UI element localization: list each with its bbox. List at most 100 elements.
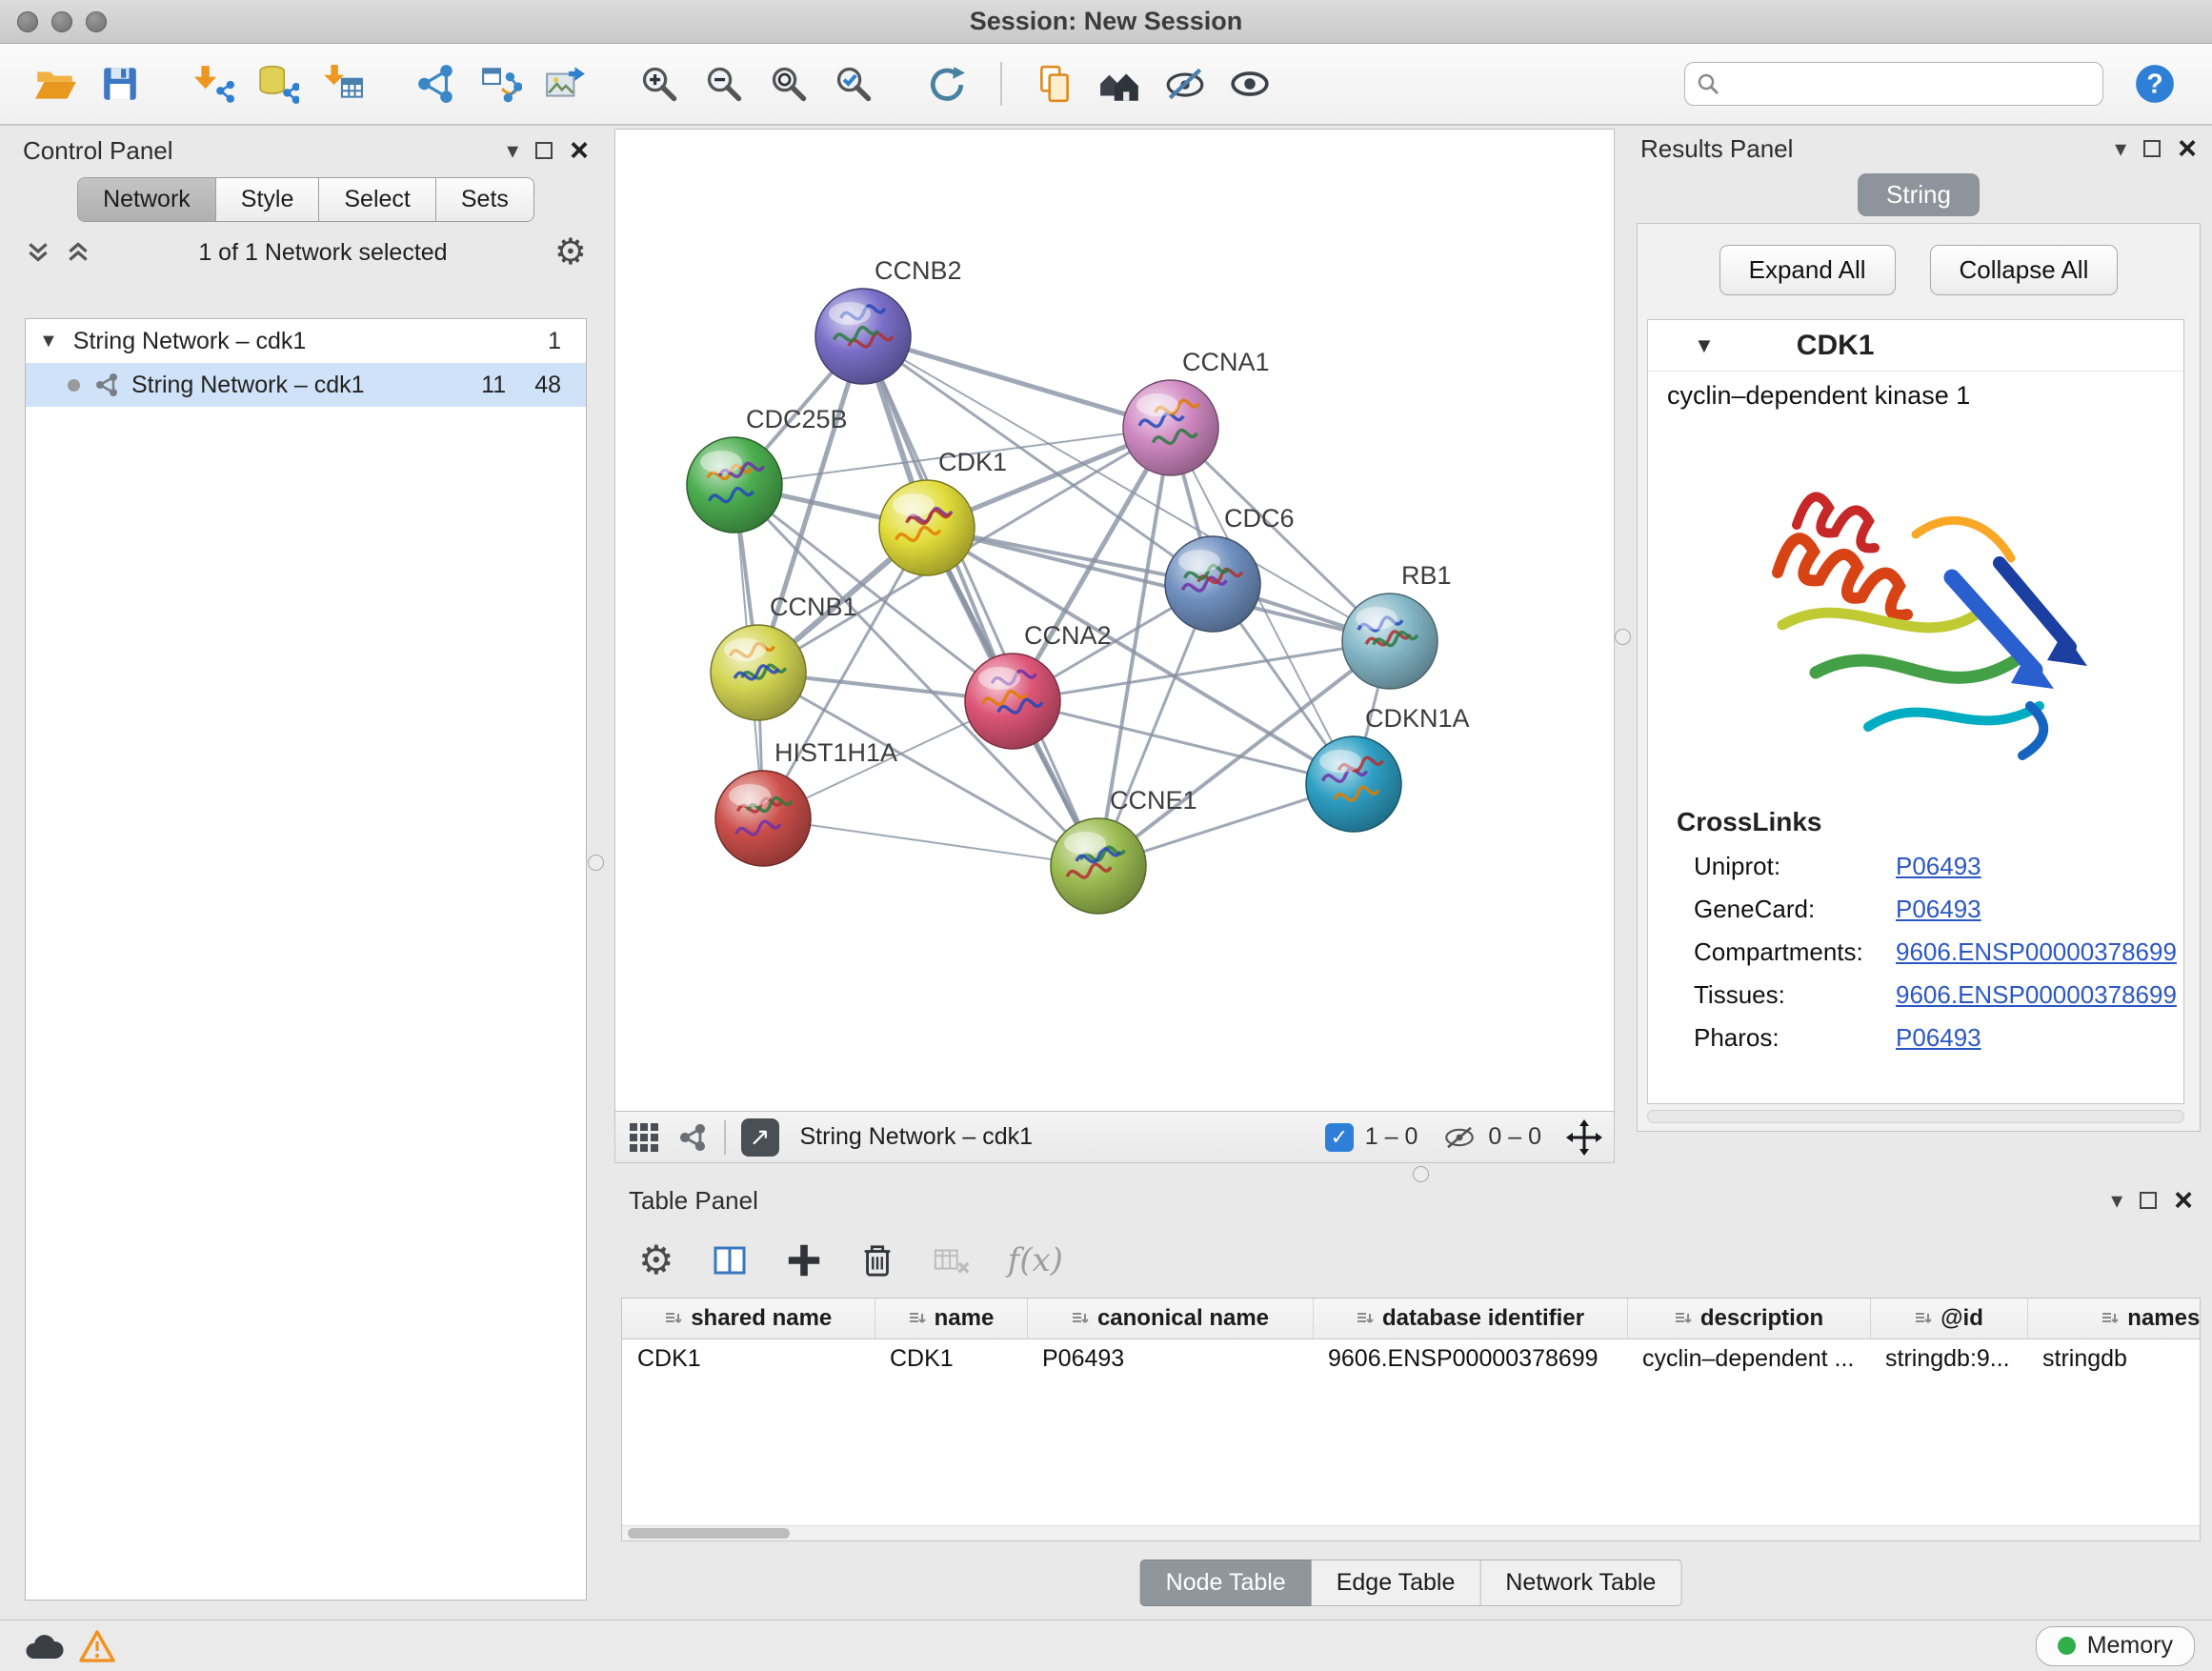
add-column-icon[interactable] xyxy=(785,1241,823,1279)
crosslink-value-link[interactable]: P06493 xyxy=(1896,852,1981,881)
open-in-new-window-button[interactable]: ↗ xyxy=(741,1118,779,1157)
search-input[interactable] xyxy=(1729,70,2091,98)
panel-menu-icon[interactable]: ▾ xyxy=(507,137,518,165)
table-options-gear-icon[interactable]: ⚙ xyxy=(638,1240,674,1280)
zoom-selected-button[interactable] xyxy=(821,52,886,115)
close-window-button[interactable] xyxy=(17,11,38,32)
network-node-cdkn1a[interactable]: CDKN1A xyxy=(1306,704,1470,832)
network-node-cdk1[interactable]: CDK1 xyxy=(879,448,1007,575)
network-from-table-button[interactable] xyxy=(469,52,533,115)
column-header-database-identifier[interactable]: database identifier xyxy=(1313,1299,1627,1339)
export-image-button[interactable] xyxy=(533,52,598,115)
show-home-button[interactable] xyxy=(1088,52,1153,115)
warning-icon xyxy=(78,1628,116,1664)
network-graph[interactable]: CCNB2CCNA1CDC25BCDK1CDC6RB1CCNB1CCNA2CDK… xyxy=(615,130,1614,1111)
float-panel-icon[interactable] xyxy=(2140,1192,2157,1209)
crosslink-value-link[interactable]: 9606.ENSP00000378699 xyxy=(1896,937,2177,967)
save-session-button[interactable] xyxy=(88,52,152,115)
network-node-rb1[interactable]: RB1 xyxy=(1342,561,1452,689)
expand-triangle-icon[interactable]: ▼ xyxy=(39,331,58,352)
hide-graphics-details-button[interactable] xyxy=(1153,52,1217,115)
network-canvas[interactable]: CCNB2CCNA1CDC25BCDK1CDC6RB1CCNB1CCNA2CDK… xyxy=(614,129,1615,1112)
collapse-all-icon[interactable] xyxy=(25,239,51,266)
float-panel-icon[interactable] xyxy=(2143,140,2161,157)
network-node-ccnb1[interactable]: CCNB1 xyxy=(711,593,857,720)
network-row-selected[interactable]: String Network – cdk1 11 48 xyxy=(26,363,586,407)
table-cell[interactable]: stringdb xyxy=(2027,1339,2201,1379)
close-panel-icon[interactable]: × xyxy=(2178,139,2197,158)
zoom-out-button[interactable] xyxy=(692,52,756,115)
table-cell[interactable]: CDK1 xyxy=(875,1339,1027,1379)
tab-edge-table[interactable]: Edge Table xyxy=(1312,1560,1481,1606)
vertical-splitter-handle-right[interactable] xyxy=(1615,629,1631,645)
zoom-fit-button[interactable] xyxy=(756,52,821,115)
warnings-button[interactable] xyxy=(70,1626,124,1666)
zoom-window-button[interactable] xyxy=(86,11,107,32)
table-cell[interactable]: CDK1 xyxy=(622,1339,875,1379)
float-panel-icon[interactable] xyxy=(535,142,553,159)
close-panel-icon[interactable]: × xyxy=(2174,1191,2193,1210)
column-header-shared-name[interactable]: shared name xyxy=(622,1299,875,1339)
network-node-hist1h1a[interactable]: HIST1H1A xyxy=(715,738,897,866)
results-horizontal-scrollbar[interactable] xyxy=(1647,1110,2184,1123)
crosslink-value-link[interactable]: P06493 xyxy=(1896,895,1981,924)
column-header--id[interactable]: @id xyxy=(1870,1299,2027,1339)
network-overview-icon[interactable] xyxy=(676,1121,709,1154)
column-header-canonical-name[interactable]: canonical name xyxy=(1027,1299,1313,1339)
column-header-namespac[interactable]: namespac xyxy=(2027,1299,2201,1339)
selected-checkbox-icon[interactable]: ✓ xyxy=(1325,1123,1354,1152)
tab-node-table[interactable]: Node Table xyxy=(1140,1560,1312,1606)
expand-all-button[interactable]: Expand All xyxy=(1719,245,1896,295)
network-node-ccna1[interactable]: CCNA1 xyxy=(1123,348,1270,475)
fit-selected-crosshair-icon[interactable] xyxy=(1566,1119,1602,1156)
crosslink-value-link[interactable]: 9606.ENSP00000378699 xyxy=(1896,980,2177,1010)
network-edge[interactable] xyxy=(763,818,1098,866)
hidden-eye-slash-icon[interactable] xyxy=(1442,1124,1477,1151)
table-cell[interactable]: cyclin–dependent ... xyxy=(1627,1339,1870,1379)
panel-menu-icon[interactable]: ▾ xyxy=(2111,1187,2122,1215)
table-row[interactable]: CDK1CDK1P064939606.ENSP00000378699cyclin… xyxy=(622,1339,2201,1379)
close-panel-icon[interactable]: × xyxy=(570,141,589,160)
refresh-view-button[interactable] xyxy=(915,52,979,115)
import-network-from-file-button[interactable] xyxy=(181,52,246,115)
panel-menu-icon[interactable]: ▾ xyxy=(2115,135,2126,163)
collapse-section-triangle[interactable]: ▼ xyxy=(1694,333,1715,358)
crosslink-value-link[interactable]: P06493 xyxy=(1896,1023,1981,1053)
tab-network-table[interactable]: Network Table xyxy=(1480,1560,1681,1606)
help-button[interactable]: ? xyxy=(2122,52,2187,115)
network-collection-row[interactable]: ▼ String Network – cdk1 1 xyxy=(26,319,586,363)
tab-sets[interactable]: Sets xyxy=(436,178,533,221)
table-horizontal-scrollbar[interactable] xyxy=(622,1525,2200,1540)
birds-eye-view-icon[interactable] xyxy=(627,1120,661,1155)
open-session-button[interactable] xyxy=(23,52,88,115)
scrollbar-thumb[interactable] xyxy=(628,1528,790,1539)
expand-all-icon[interactable] xyxy=(65,239,91,266)
search-field[interactable] xyxy=(1684,62,2103,106)
import-table-from-file-button[interactable] xyxy=(311,52,375,115)
cloud-status-button[interactable] xyxy=(17,1626,70,1666)
zoom-in-button[interactable] xyxy=(627,52,692,115)
table-cell[interactable]: P06493 xyxy=(1027,1339,1313,1379)
collapse-all-button[interactable]: Collapse All xyxy=(1930,245,2119,295)
new-network-button[interactable] xyxy=(404,52,469,115)
import-network-from-database-button[interactable] xyxy=(246,52,311,115)
tab-string[interactable]: String xyxy=(1858,173,1980,216)
tab-style[interactable]: Style xyxy=(216,178,320,221)
delete-column-icon[interactable] xyxy=(859,1241,895,1279)
horizontal-splitter-handle[interactable] xyxy=(1413,1166,1429,1182)
copy-document-button[interactable] xyxy=(1023,52,1088,115)
show-columns-icon[interactable] xyxy=(711,1241,749,1279)
vertical-splitter-handle-left[interactable] xyxy=(588,855,604,871)
memory-button[interactable]: Memory xyxy=(2036,1626,2195,1666)
table-cell[interactable]: 9606.ENSP00000378699 xyxy=(1313,1339,1627,1379)
network-options-gear-icon[interactable]: ⚙ xyxy=(554,234,587,271)
network-node-ccnb2[interactable]: CCNB2 xyxy=(815,256,962,384)
tab-network[interactable]: Network xyxy=(78,178,216,221)
column-header-name[interactable]: name xyxy=(875,1299,1027,1339)
tab-select[interactable]: Select xyxy=(319,178,435,221)
column-header-description[interactable]: description xyxy=(1627,1299,1870,1339)
table-cell[interactable]: stringdb:9... xyxy=(1870,1339,2027,1379)
minimize-window-button[interactable] xyxy=(51,11,72,32)
network-edge[interactable] xyxy=(863,336,1098,866)
show-graphics-details-button[interactable] xyxy=(1217,52,1282,115)
